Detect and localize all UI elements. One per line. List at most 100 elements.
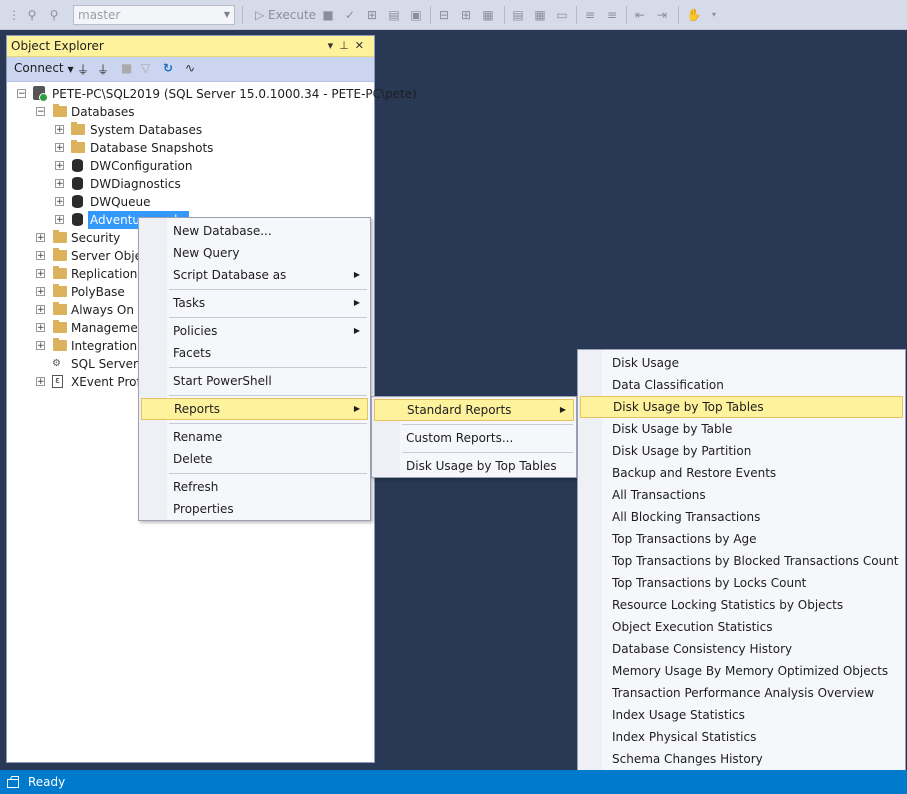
- toolbar-overflow-icon[interactable]: ▾: [706, 7, 722, 23]
- results-text-icon[interactable]: ▤: [510, 7, 526, 23]
- menu-item-new-database[interactable]: New Database...: [141, 220, 368, 242]
- filter-icon[interactable]: ▽: [141, 61, 150, 75]
- menu-item-custom-reports[interactable]: Custom Reports...: [374, 427, 574, 449]
- expand-icon[interactable]: +: [36, 323, 45, 333]
- menu-item-standard-report[interactable]: Schema Changes History: [580, 748, 903, 770]
- menu-item-standard-report[interactable]: Top Transactions by Age: [580, 528, 903, 550]
- menu-item-standard-reports[interactable]: Standard Reports ▶: [374, 399, 574, 421]
- database-select-value: master: [78, 8, 121, 22]
- expand-icon[interactable]: +: [55, 197, 64, 207]
- menu-item-standard-report[interactable]: Resource Locking Statistics by Objects: [580, 594, 903, 616]
- expand-icon[interactable]: +: [36, 377, 45, 387]
- menu-separator: [402, 424, 573, 425]
- expand-icon[interactable]: +: [36, 305, 45, 315]
- menu-item-delete[interactable]: Delete: [141, 448, 368, 470]
- tree-node-system-databases[interactable]: + System Databases: [7, 121, 372, 139]
- menu-item-standard-report[interactable]: All Blocking Transactions: [580, 506, 903, 528]
- parse-icon[interactable]: ✓: [342, 7, 358, 23]
- stop-icon[interactable]: ■: [320, 7, 336, 23]
- menu-item-standard-report[interactable]: Data Classification: [580, 374, 903, 396]
- menu-item-standard-report[interactable]: Object Execution Statistics: [580, 616, 903, 638]
- client-stats-icon[interactable]: ▦: [480, 7, 496, 23]
- intellisense-icon[interactable]: ⊟: [436, 7, 452, 23]
- menu-item-label: All Transactions: [612, 488, 706, 502]
- tree-node-dwdiagnostics[interactable]: + DWDiagnostics: [7, 175, 372, 193]
- collapse-icon[interactable]: −: [17, 89, 26, 99]
- menu-item-standard-report[interactable]: Disk Usage by Partition: [580, 440, 903, 462]
- expand-icon[interactable]: +: [36, 341, 45, 351]
- expand-icon[interactable]: +: [36, 251, 45, 261]
- menu-item-label: Resource Locking Statistics by Objects: [612, 598, 844, 612]
- database-select[interactable]: master ▼: [73, 5, 235, 25]
- menu-item-standard-report[interactable]: Transaction Performance Analysis Overvie…: [580, 682, 903, 704]
- menu-item-standard-report[interactable]: Top Transactions by Blocked Transactions…: [580, 550, 903, 572]
- menu-item-label: Facets: [173, 346, 212, 360]
- estimated-plan-icon[interactable]: ⊞: [364, 7, 380, 23]
- folder-icon: [53, 284, 67, 297]
- folder-icon: [53, 230, 67, 243]
- menu-item-start-powershell[interactable]: Start PowerShell: [141, 370, 368, 392]
- expand-icon[interactable]: +: [55, 161, 64, 171]
- menu-item-standard-report[interactable]: Disk Usage: [580, 352, 903, 374]
- menu-item-script-database-as[interactable]: Script Database as ▶: [141, 264, 368, 286]
- tree-node-databases[interactable]: − Databases: [7, 103, 372, 121]
- menu-item-standard-report[interactable]: Database Consistency History: [580, 638, 903, 660]
- expand-icon[interactable]: +: [55, 215, 64, 225]
- connect-icon[interactable]: ⚲: [24, 7, 40, 23]
- results-grid-icon[interactable]: ▦: [532, 7, 548, 23]
- menu-item-reports[interactable]: Reports ▶: [141, 398, 368, 420]
- menu-item-standard-report[interactable]: All Transactions: [580, 484, 903, 506]
- actual-plan-icon[interactable]: ⊞: [458, 7, 474, 23]
- tree-node-dwqueue[interactable]: + DWQueue: [7, 193, 372, 211]
- menu-item-standard-report[interactable]: Index Physical Statistics: [580, 726, 903, 748]
- menu-item-recent-disk-usage-top-tables[interactable]: Disk Usage by Top Tables: [374, 455, 574, 477]
- comment-icon[interactable]: ≡: [582, 7, 598, 23]
- menu-item-properties[interactable]: Properties: [141, 498, 368, 520]
- chevron-down-icon: ▼: [223, 10, 230, 19]
- query-designer-icon[interactable]: ▤: [386, 7, 402, 23]
- menu-item-standard-report[interactable]: Index Usage Statistics: [580, 704, 903, 726]
- menu-item-tasks[interactable]: Tasks ▶: [141, 292, 368, 314]
- tree-node-database-snapshots[interactable]: + Database Snapshots: [7, 139, 372, 157]
- menu-item-standard-report[interactable]: Top Transactions by Locks Count: [580, 572, 903, 594]
- tree-node-server[interactable]: − PETE-PC\SQL2019 (SQL Server 15.0.1000.…: [7, 85, 417, 103]
- close-icon[interactable]: ✕: [355, 39, 370, 52]
- menu-item-label: Policies: [173, 324, 218, 338]
- server-icon: [33, 86, 48, 102]
- menu-item-policies[interactable]: Policies ▶: [141, 320, 368, 342]
- results-file-icon[interactable]: ▭: [554, 7, 570, 23]
- pin-icon[interactable]: ⊥: [339, 39, 355, 52]
- menu-item-standard-report[interactable]: Memory Usage By Memory Optimized Objects: [580, 660, 903, 682]
- indent-icon[interactable]: ⇥: [654, 7, 670, 23]
- disconnect-plug-icon[interactable]: ⏚: [97, 61, 109, 78]
- dropdown-icon[interactable]: ▾: [328, 39, 340, 52]
- disconnect-icon[interactable]: ⚲: [46, 7, 62, 23]
- expand-icon[interactable]: +: [36, 269, 45, 279]
- menu-item-new-query[interactable]: New Query: [141, 242, 368, 264]
- menu-item-rename[interactable]: Rename: [141, 426, 368, 448]
- connect-plug-icon[interactable]: ⏚: [77, 61, 89, 78]
- expand-icon[interactable]: +: [55, 179, 64, 189]
- specify-values-icon[interactable]: ✋: [686, 7, 702, 23]
- folder-icon: [53, 320, 67, 333]
- menu-item-refresh[interactable]: Refresh: [141, 476, 368, 498]
- outdent-icon[interactable]: ⇤: [632, 7, 648, 23]
- uncomment-icon[interactable]: ≡: [604, 7, 620, 23]
- execute-button[interactable]: ▷ Execute: [255, 6, 316, 24]
- collapse-icon[interactable]: −: [36, 107, 45, 117]
- expand-icon[interactable]: +: [55, 143, 64, 153]
- tree-node-dwconfiguration[interactable]: + DWConfiguration: [7, 157, 372, 175]
- stop-icon[interactable]: ■: [121, 61, 132, 75]
- menu-item-standard-report[interactable]: Disk Usage by Table: [580, 418, 903, 440]
- expand-icon[interactable]: +: [36, 233, 45, 243]
- menu-item-facets[interactable]: Facets: [141, 342, 368, 364]
- menu-item-standard-report[interactable]: Backup and Restore Events: [580, 462, 903, 484]
- connect-button[interactable]: Connect ▼: [14, 61, 74, 75]
- expand-icon[interactable]: +: [55, 125, 64, 135]
- menu-item-standard-report[interactable]: Disk Usage by Top Tables: [580, 396, 903, 418]
- activity-monitor-icon[interactable]: ∿: [185, 61, 195, 75]
- refresh-icon[interactable]: ↻: [163, 61, 173, 75]
- query-options-icon[interactable]: ▣: [408, 7, 424, 23]
- expand-icon[interactable]: +: [36, 287, 45, 297]
- standard-reports-submenu: Disk Usage Data Classification Disk Usage …: [577, 349, 906, 792]
